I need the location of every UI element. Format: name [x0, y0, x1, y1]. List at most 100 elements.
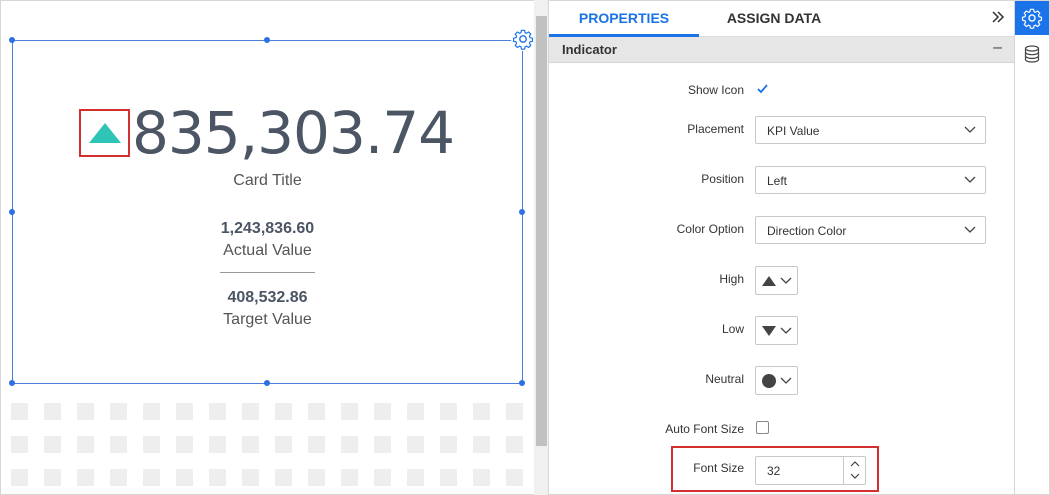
kpi-value: 835,303.74 — [132, 99, 455, 167]
actual-value-label: Actual Value — [223, 242, 312, 259]
database-icon — [1024, 45, 1040, 63]
grid-cell — [440, 469, 457, 486]
collapse-section-icon[interactable]: – — [993, 39, 1002, 57]
grid-cell — [110, 469, 127, 486]
placement-value: KPI Value — [767, 124, 820, 138]
triangle-down-icon — [762, 326, 776, 336]
grid-cell — [44, 469, 61, 486]
font-size-value: 32 — [767, 464, 781, 478]
grid-cell — [77, 403, 94, 420]
double-chevron-right-icon — [992, 11, 1005, 23]
canvas-grid — [11, 403, 531, 494]
widget-settings-button[interactable] — [511, 27, 534, 51]
stepper-buttons — [843, 457, 865, 484]
section-title: Indicator — [562, 42, 617, 57]
tab-assign-data[interactable]: ASSIGN DATA — [699, 1, 849, 37]
grid-cell — [110, 436, 127, 453]
low-label: Low — [721, 322, 744, 336]
grid-cell — [110, 403, 127, 420]
kpi-card-widget[interactable]: 835,303.74 Card Title 1,243,836.60 Actua… — [9, 37, 525, 386]
kpi-value-row: 835,303.74 — [79, 93, 455, 173]
font-size-label: Font Size — [693, 461, 744, 475]
grid-cell — [44, 436, 61, 453]
chevron-down-icon — [964, 226, 976, 233]
resize-handle-nw[interactable] — [9, 37, 15, 43]
color-option-value: Direction Color — [767, 224, 847, 238]
properties-panel: PROPERTIES ASSIGN DATA Indicator – Show … — [549, 0, 1014, 495]
show-icon-checkbox[interactable] — [756, 82, 769, 95]
triangle-up-icon — [762, 276, 776, 286]
data-source-toolbar-button[interactable] — [1015, 37, 1049, 71]
kpi-indicator-highlight — [79, 109, 130, 157]
font-size-stepper[interactable]: 32 — [755, 456, 866, 485]
canvas-scrollbar[interactable] — [534, 0, 549, 495]
grid-cell — [440, 436, 457, 453]
neutral-label: Neutral — [705, 372, 744, 386]
resize-handle-sw[interactable] — [9, 380, 15, 386]
resize-handle-n[interactable] — [264, 37, 270, 43]
grid-cell — [407, 403, 424, 420]
grid-cell — [275, 436, 292, 453]
low-icon-dropdown[interactable] — [755, 316, 798, 345]
decrement-button[interactable] — [844, 470, 865, 483]
grid-cell — [308, 403, 325, 420]
grid-cell — [11, 436, 28, 453]
gear-icon — [1021, 8, 1043, 29]
grid-cell — [143, 436, 160, 453]
triangle-up-icon — [88, 123, 121, 143]
grid-cell — [341, 436, 358, 453]
chevron-up-icon — [850, 461, 859, 467]
position-value: Left — [767, 174, 788, 188]
chevron-down-icon — [780, 377, 792, 384]
color-option-dropdown[interactable]: Direction Color — [755, 216, 986, 244]
grid-cell — [308, 436, 325, 453]
chevron-down-icon — [780, 327, 792, 334]
grid-cell — [176, 436, 193, 453]
properties-toolbar-button[interactable] — [1015, 1, 1049, 35]
grid-cell — [374, 469, 391, 486]
grid-cell — [473, 469, 490, 486]
tab-properties[interactable]: PROPERTIES — [549, 1, 699, 37]
placement-dropdown[interactable]: KPI Value — [755, 116, 986, 144]
grid-cell — [11, 469, 28, 486]
chevron-down-icon — [850, 473, 859, 479]
grid-cell — [407, 436, 424, 453]
circle-icon — [762, 374, 776, 388]
grid-cell — [374, 403, 391, 420]
grid-cell — [275, 403, 292, 420]
position-label: Position — [701, 172, 744, 186]
design-canvas[interactable]: 835,303.74 Card Title 1,243,836.60 Actua… — [0, 0, 534, 495]
grid-cell — [176, 469, 193, 486]
grid-cell — [506, 403, 523, 420]
resize-handle-se[interactable] — [519, 380, 525, 386]
resize-handle-s[interactable] — [264, 380, 270, 386]
value-divider — [220, 272, 315, 273]
target-value-label: Target Value — [223, 311, 312, 328]
panel-tabs: PROPERTIES ASSIGN DATA — [549, 1, 1014, 37]
neutral-icon-dropdown[interactable] — [755, 366, 798, 395]
resize-handle-w[interactable] — [9, 209, 15, 215]
high-icon-dropdown[interactable] — [755, 266, 798, 295]
grid-cell — [77, 436, 94, 453]
grid-cell — [242, 436, 259, 453]
grid-cell — [407, 469, 424, 486]
auto-font-size-checkbox[interactable] — [756, 421, 769, 434]
grid-cell — [209, 436, 226, 453]
grid-cell — [506, 469, 523, 486]
resize-handle-e[interactable] — [519, 209, 525, 215]
scrollbar-thumb[interactable] — [536, 16, 547, 446]
grid-cell — [341, 469, 358, 486]
indicator-section-header[interactable]: Indicator – — [549, 37, 1014, 63]
grid-cell — [209, 403, 226, 420]
placement-label: Placement — [687, 122, 744, 136]
increment-button[interactable] — [844, 457, 865, 470]
grid-cell — [308, 469, 325, 486]
position-dropdown[interactable]: Left — [755, 166, 986, 194]
collapse-panel-button[interactable] — [988, 7, 1008, 29]
show-icon-label: Show Icon — [687, 83, 744, 97]
chevron-down-icon — [964, 176, 976, 183]
grid-cell — [143, 403, 160, 420]
grid-cell — [440, 403, 457, 420]
grid-cell — [143, 469, 160, 486]
grid-cell — [374, 436, 391, 453]
